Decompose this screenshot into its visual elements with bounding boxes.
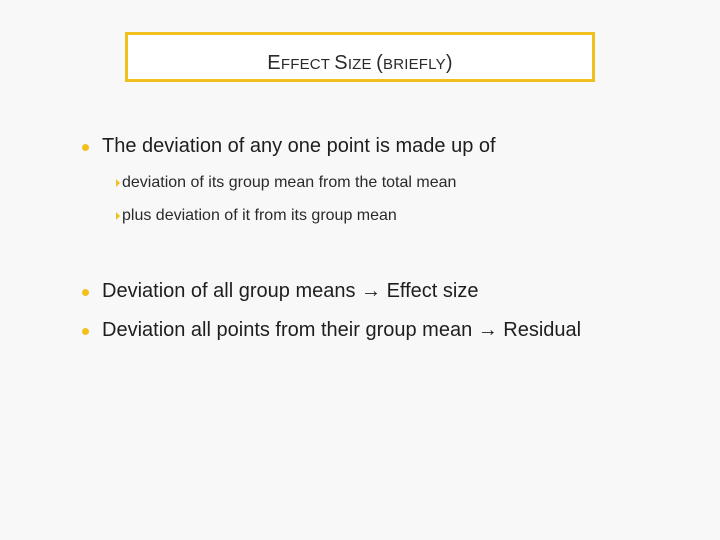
title-part: BRIEFLY (383, 56, 446, 73)
bullet-text: Deviation all points from their group me… (102, 319, 582, 341)
sub-bullet-item: plus deviation of it from its group mean (116, 207, 397, 225)
title-part: E (267, 52, 281, 74)
title-part: IZE (347, 56, 377, 73)
bullet-text: Deviation of all group means → Effect si… (102, 280, 479, 302)
bullet-dot-icon (82, 144, 89, 151)
title-part: S (334, 52, 348, 74)
sub-bullet-text: deviation of its group mean from the tot… (122, 174, 457, 191)
title-part: FFECT (280, 56, 335, 73)
triangle-bullet-icon (116, 179, 120, 187)
bullet-dot-icon (82, 289, 89, 296)
bullet-item: Deviation all points from their group me… (82, 319, 581, 342)
triangle-bullet-icon (116, 212, 120, 220)
bullet-item: Deviation of all group means → Effect si… (82, 280, 478, 303)
sub-bullet-text: plus deviation of it from its group mean (122, 207, 397, 224)
sub-bullet-item: deviation of its group mean from the tot… (116, 174, 456, 192)
title-part: ) (445, 52, 453, 74)
slide-title-box: EFFECT SIZE (BRIEFLY) (125, 32, 595, 82)
title-part: ( (376, 52, 383, 74)
bullet-item: The deviation of any one point is made u… (82, 135, 496, 158)
bullet-text: The deviation of any one point is made u… (102, 135, 496, 157)
slide-title: EFFECT SIZE (BRIEFLY) (128, 52, 592, 75)
bullet-dot-icon (82, 328, 89, 335)
